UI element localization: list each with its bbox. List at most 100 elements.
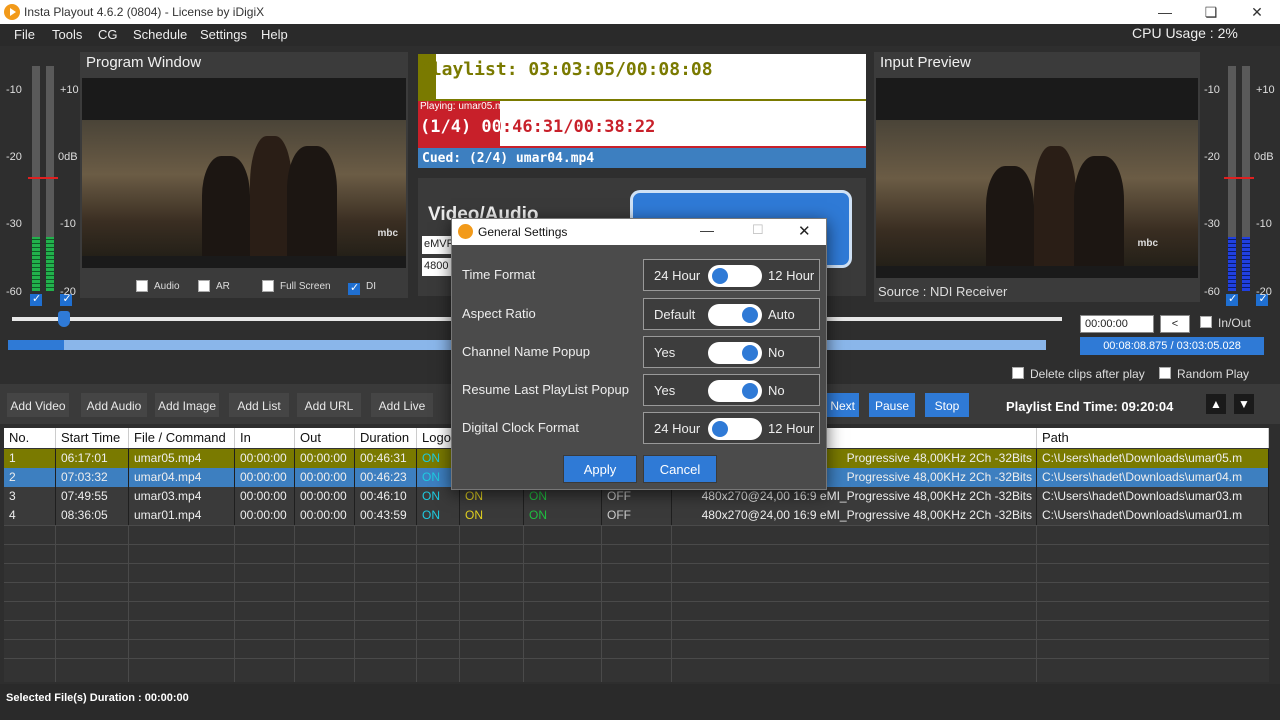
setting-label: Digital Clock Format — [462, 420, 580, 435]
cell-dur: 00:46:31 — [355, 449, 417, 468]
add-image-button[interactable]: Add Image — [154, 392, 220, 418]
toggle-knob — [712, 268, 728, 284]
restore-icon[interactable]: ❏ — [1188, 0, 1234, 24]
ar-checkbox[interactable] — [198, 280, 210, 292]
col-out[interactable]: Out — [295, 428, 355, 448]
time-input[interactable]: 00:00:00 — [1080, 315, 1154, 333]
cell-start: 06:17:01 — [56, 449, 129, 468]
audio-checkbox[interactable] — [136, 280, 148, 292]
progress-fill — [8, 340, 64, 350]
meter-label: -20 — [60, 286, 76, 298]
cell-logo: ON — [417, 506, 460, 525]
grid-column-line — [234, 525, 235, 682]
menu-cg[interactable]: CG — [98, 27, 118, 42]
col-path[interactable]: Path — [1037, 428, 1269, 448]
playing-time: (1/4) 00:46:31/00:38:22 — [420, 117, 656, 137]
col-duration[interactable]: Duration — [355, 428, 417, 448]
menu-file[interactable]: File — [14, 27, 35, 42]
meter-label: 0dB — [58, 151, 78, 163]
right-audio-meter: -10 -20 -30 -60 +10 0dB -10 -20 — [1200, 56, 1276, 306]
toggle-switch[interactable] — [708, 304, 762, 326]
toggle-switch[interactable] — [708, 265, 762, 287]
grid-column-line — [55, 525, 56, 682]
menu-settings[interactable]: Settings — [200, 27, 247, 42]
meter-l-checkbox[interactable] — [1226, 292, 1238, 306]
cell-c4: OFF — [602, 506, 672, 525]
meter-label: +10 — [60, 84, 79, 96]
audio-info-field: 4800 — [422, 258, 452, 276]
move-up-icon[interactable]: ▲ — [1206, 394, 1226, 414]
di-checkbox[interactable] — [348, 281, 360, 295]
col-file[interactable]: File / Command — [129, 428, 235, 448]
menu-tools[interactable]: Tools — [52, 27, 82, 42]
preview-video[interactable]: mbc — [876, 78, 1198, 278]
cell-file: umar03.mp4 — [129, 487, 235, 506]
grid-column-line — [601, 525, 602, 682]
toggle-left-label: 24 Hour — [654, 268, 701, 283]
random-play-checkbox[interactable] — [1159, 367, 1171, 379]
cell-out: 00:00:00 — [295, 506, 355, 525]
col-no[interactable]: No. — [4, 428, 56, 448]
source-label: Source : NDI Receiver — [878, 284, 1008, 299]
fullscreen-checkbox[interactable] — [262, 280, 274, 292]
cell-start: 07:03:32 — [56, 468, 129, 487]
delete-clips-checkbox[interactable] — [1012, 367, 1024, 379]
move-down-icon[interactable]: ▼ — [1234, 394, 1254, 414]
video-info-field: eMVF — [422, 236, 453, 254]
program-video[interactable]: mbc — [82, 78, 406, 268]
grid-line — [4, 563, 1269, 564]
cell-in: 00:00:00 — [235, 449, 295, 468]
add-video-button[interactable]: Add Video — [6, 392, 70, 418]
seek-handle[interactable] — [58, 311, 70, 327]
meter-label: -10 — [60, 218, 76, 230]
grid-line — [4, 639, 1269, 640]
dialog-minimize-icon[interactable]: — — [700, 222, 714, 238]
add-list-button[interactable]: Add List — [228, 392, 290, 418]
meter-label: -60 — [6, 286, 22, 298]
cued-label: Cued: (2/4) umar04.mp4 — [418, 148, 866, 168]
col-in[interactable]: In — [235, 428, 295, 448]
setting-toggle-group: 24 Hour 12 Hour — [643, 412, 820, 444]
apply-button[interactable]: Apply — [563, 455, 637, 483]
dialog-close-icon[interactable]: ✕ — [798, 222, 811, 240]
selected-duration: Selected File(s) Duration : 00:00:00 — [6, 692, 189, 704]
col-start-time[interactable]: Start Time — [56, 428, 129, 448]
menu-schedule[interactable]: Schedule — [133, 27, 187, 42]
add-live-button[interactable]: Add Live — [370, 392, 434, 418]
toggle-switch[interactable] — [708, 342, 762, 364]
meter-l-checkbox[interactable] — [30, 292, 42, 306]
toggle-left-label: Yes — [654, 345, 676, 360]
cell-file: umar01.mp4 — [129, 506, 235, 525]
toggle-knob — [712, 421, 728, 437]
close-icon[interactable]: ✕ — [1234, 0, 1280, 24]
cell-path: C:\Users\hadet\Downloads\umar01.m — [1037, 506, 1269, 525]
inout-checkbox[interactable] — [1200, 316, 1212, 328]
prev-frame-button[interactable]: < — [1160, 315, 1190, 333]
menu-help[interactable]: Help — [261, 27, 288, 42]
meter-label: -10 — [1204, 84, 1220, 96]
table-row[interactable]: 4 08:36:05 umar01.mp4 00:00:00 00:00:00 00:43… — [4, 506, 1269, 525]
toggle-switch[interactable] — [708, 418, 762, 440]
pause-button[interactable]: Pause — [868, 392, 916, 418]
cell-path: C:\Users\hadet\Downloads\umar05.m — [1037, 449, 1269, 468]
toggle-left-label: 24 Hour — [654, 421, 701, 436]
cell-dur: 00:43:59 — [355, 506, 417, 525]
stop-button[interactable]: Stop — [924, 392, 970, 418]
toggle-switch[interactable] — [708, 380, 762, 402]
minimize-icon[interactable]: — — [1142, 0, 1188, 24]
program-window: Program Window mbc Audio AR Full Screen … — [80, 52, 408, 298]
meter-label: -30 — [1204, 218, 1220, 230]
meter-label: -60 — [1204, 286, 1220, 298]
toggle-knob — [742, 383, 758, 399]
toggle-right-label: No — [768, 345, 785, 360]
playing-label: Playing: umar05.mp4 — [420, 101, 515, 112]
add-audio-button[interactable]: Add Audio — [80, 392, 148, 418]
preview-watermark: mbc — [1137, 238, 1158, 249]
setting-label: Channel Name Popup — [462, 344, 590, 359]
add-url-button[interactable]: Add URL — [296, 392, 362, 418]
program-watermark: mbc — [377, 228, 398, 239]
grid-column-line — [128, 525, 129, 682]
cancel-button[interactable]: Cancel — [643, 455, 717, 483]
audio-label: Audio — [154, 281, 180, 292]
inout-label: In/Out — [1218, 316, 1251, 330]
